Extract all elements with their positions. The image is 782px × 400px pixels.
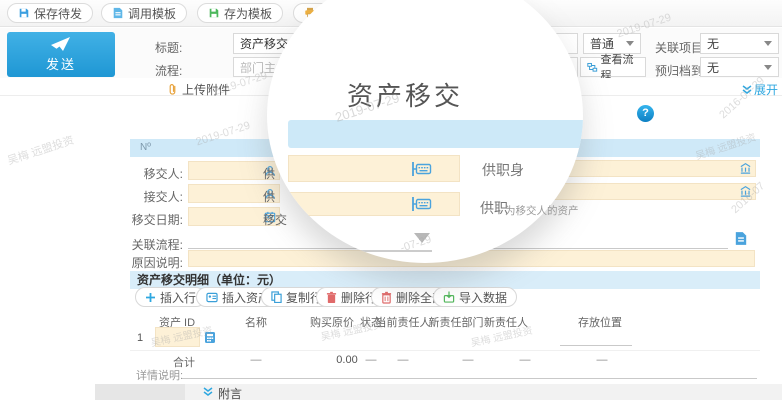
magnifier-overlay: 2019-07-29 -07-29 资产移交 供职身 供职 <box>267 0 583 263</box>
detail-section-title: 资产移交明细（单位：元） <box>137 273 281 287</box>
receiver-label: 接交人: <box>125 188 183 205</box>
mid-label-fragment-3: 移交 <box>263 211 287 228</box>
copy-icon <box>271 291 282 303</box>
watermark: 吴梅 远盟投资 <box>5 132 76 169</box>
transferor-label: 移交人: <box>125 165 183 182</box>
related-project-label: 关联项目: <box>655 39 706 56</box>
organization-icon[interactable] <box>739 162 752 175</box>
template-save-icon <box>208 7 220 19</box>
insert-row-label: 插入行 <box>160 289 196 306</box>
upload-attachment-label: 上传附件 <box>182 81 230 98</box>
trash-icon <box>326 291 337 304</box>
detail-note-input[interactable] <box>182 368 757 379</box>
help-glyph: ? <box>642 107 649 119</box>
save-pending-button[interactable]: 保存待发 <box>7 3 93 23</box>
send-button[interactable]: 发送 <box>7 32 115 77</box>
related-flow-label: 关联流程: <box>125 236 183 253</box>
total-storage: — <box>597 354 608 366</box>
caret-down-icon <box>764 65 772 70</box>
total-current-owner: — <box>398 354 409 366</box>
detail-note-label: 详情说明: <box>136 367 183 383</box>
total-new-owner: — <box>520 354 531 366</box>
magnified-input-underline <box>340 250 432 252</box>
row-index: 1 <box>137 332 143 344</box>
storage-location-input[interactable] <box>560 330 632 346</box>
view-flow-button[interactable]: 查看流程 <box>580 57 646 77</box>
asset-browse-icon[interactable] <box>204 331 216 344</box>
import-icon <box>443 291 455 303</box>
department-input-2[interactable] <box>548 183 756 200</box>
magnified-input-2 <box>288 192 460 216</box>
prearchive-select[interactable]: 无 <box>700 57 779 77</box>
expand-link[interactable]: 展开 <box>742 81 778 98</box>
prearchive-label: 预归档到: <box>655 62 706 79</box>
department-input-1[interactable] <box>548 160 756 177</box>
prearchive-value: 无 <box>707 59 719 76</box>
double-chevron-down-icon <box>742 85 752 95</box>
col-storage-location: 存放位置 <box>578 314 622 330</box>
send-plane-icon <box>49 36 73 52</box>
related-project-select[interactable]: 无 <box>700 33 779 54</box>
import-data-button[interactable]: 导入数据 <box>433 287 517 307</box>
upload-attachment-link[interactable]: 上传附件 <box>167 81 230 98</box>
id-card-icon <box>206 292 218 303</box>
load-template-button[interactable]: 调用模板 <box>101 3 187 23</box>
template-load-icon <box>112 7 124 19</box>
col-new-department: 新责任部门 <box>429 314 484 330</box>
send-label: 发送 <box>46 54 76 73</box>
asset-id-input[interactable] <box>155 327 200 347</box>
total-status: — <box>366 354 377 366</box>
caret-down-icon <box>626 41 634 46</box>
total-new-department: — <box>463 354 474 366</box>
col-purchase-price: 购买原价 <box>310 314 354 330</box>
total-price: 0.00 <box>336 354 357 366</box>
magnified-label-2: 供职 <box>480 198 508 218</box>
postscript-bar[interactable]: 附言 <box>95 384 782 400</box>
postscript-label: 附言 <box>218 385 242 400</box>
hint-text: 为移交人的资产 <box>505 203 579 218</box>
magnified-dropdown-arrow-icon <box>414 233 430 243</box>
row-divider <box>130 350 760 351</box>
magnified-header-bar <box>288 120 583 148</box>
save-as-template-label: 存为模板 <box>224 5 272 22</box>
related-project-value: 无 <box>707 35 719 52</box>
save-pending-label: 保存待发 <box>34 5 82 22</box>
caret-down-icon <box>764 41 772 46</box>
magnified-input-1 <box>288 155 460 182</box>
save-icon <box>18 7 30 19</box>
reason-label: 原因说明: <box>125 254 183 271</box>
help-icon[interactable]: ? <box>637 105 654 122</box>
col-new-owner: 新责任人 <box>484 314 528 330</box>
keyboard-select-icon <box>411 196 432 212</box>
magnified-label-1: 供职身 <box>482 160 524 180</box>
mid-label-fragment-2: 供 <box>263 188 275 205</box>
trash-all-icon <box>381 291 392 304</box>
mid-label-fragment-1: 供 <box>263 165 275 182</box>
plus-icon <box>145 292 156 303</box>
col-current-owner: 当前责任人 <box>376 314 431 330</box>
save-as-template-button[interactable]: 存为模板 <box>197 3 283 23</box>
asset-transfer-form-screen: 保存待发 调用模板 存为模板 打印 发送 标题: 资产移交-[11.2供职部门]… <box>0 0 782 400</box>
postscript-left-block <box>95 384 185 400</box>
view-flow-icon <box>587 62 598 73</box>
expand-label: 展开 <box>754 81 778 98</box>
double-chevron-down-icon <box>203 387 213 397</box>
priority-value: 普通 <box>590 35 614 52</box>
magnified-form-title: 资产移交 <box>347 76 463 113</box>
organization-icon[interactable] <box>739 185 752 198</box>
flow-label: 流程: <box>155 62 182 79</box>
load-template-label: 调用模板 <box>128 5 176 22</box>
related-flow-doc-icon[interactable] <box>734 231 748 246</box>
keyboard-select-icon <box>411 161 432 177</box>
title-label: 标题: <box>155 39 182 56</box>
col-name: 名称 <box>245 314 267 330</box>
transfer-date-label: 移交日期: <box>125 211 183 228</box>
form-number-label: Nº <box>140 142 151 153</box>
import-data-label: 导入数据 <box>459 289 507 306</box>
total-name: — <box>251 354 262 366</box>
paperclip-icon <box>167 83 178 96</box>
